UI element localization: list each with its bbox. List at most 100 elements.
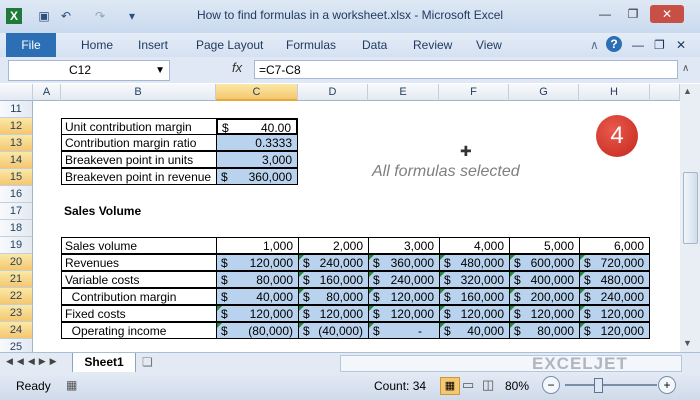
summary-value[interactable]: 3,000 bbox=[216, 151, 298, 168]
summary-label[interactable]: Contribution margin ratio bbox=[61, 134, 217, 151]
row-header[interactable]: 18 bbox=[0, 220, 33, 237]
tab-data[interactable]: Data bbox=[362, 38, 387, 52]
column-header-f[interactable]: F bbox=[439, 84, 509, 101]
table-cell[interactable]: $160,000 bbox=[439, 288, 510, 305]
table-cell[interactable]: $600,000 bbox=[509, 254, 580, 271]
table-cell[interactable]: $200,000 bbox=[509, 288, 580, 305]
table-cell[interactable]: $120,000 bbox=[368, 288, 440, 305]
worksheet-grid[interactable]: A B C D E F G H 11 12 13 14 15 16 17 18 … bbox=[0, 84, 680, 352]
table-cell[interactable]: $480,000 bbox=[439, 254, 510, 271]
volume-cell[interactable]: 6,000 bbox=[579, 237, 650, 254]
zoom-level[interactable]: 80% bbox=[505, 379, 529, 393]
macro-record-icon[interactable]: ▦ bbox=[66, 378, 77, 392]
active-cell-c12[interactable]: $40.00 bbox=[216, 118, 298, 135]
table-cell[interactable]: $120,000 bbox=[298, 305, 369, 322]
row-header[interactable]: 11 bbox=[0, 101, 33, 118]
table-cell[interactable]: $240,000 bbox=[579, 288, 650, 305]
column-header-g[interactable]: G bbox=[509, 84, 579, 101]
name-box[interactable]: C12 ▼ bbox=[8, 60, 170, 81]
row-header[interactable]: 15 bbox=[0, 169, 33, 186]
vertical-scrollbar[interactable]: ▲ ▼ bbox=[680, 84, 700, 352]
column-header-c[interactable]: C bbox=[216, 84, 298, 101]
column-header-h[interactable]: H bbox=[579, 84, 650, 101]
table-cell[interactable]: $120,000 bbox=[509, 305, 580, 322]
table-cell[interactable]: $240,000 bbox=[368, 271, 440, 288]
table-cell[interactable]: $80,000 bbox=[216, 271, 299, 288]
table-cell[interactable]: $ (40,000) bbox=[298, 322, 369, 339]
scroll-thumb[interactable] bbox=[683, 172, 698, 244]
column-header-b[interactable]: B bbox=[61, 84, 216, 101]
workbook-close-icon[interactable]: ✕ bbox=[676, 38, 686, 52]
column-header-d[interactable]: D bbox=[298, 84, 368, 101]
table-cell[interactable]: $ - bbox=[368, 322, 440, 339]
table-cell[interactable]: $40,000 bbox=[216, 288, 299, 305]
workbook-minimize-icon[interactable]: — bbox=[632, 38, 644, 52]
zoom-slider-thumb[interactable] bbox=[594, 378, 603, 393]
table-cell[interactable]: $40,000 bbox=[439, 322, 510, 339]
row-header[interactable]: 12 bbox=[0, 118, 33, 135]
table-cell[interactable]: $80,000 bbox=[298, 288, 369, 305]
sheet-tab-sheet1[interactable]: Sheet1 bbox=[72, 353, 136, 373]
table-cell[interactable]: $360,000 bbox=[368, 254, 440, 271]
name-box-dropdown-icon[interactable]: ▼ bbox=[155, 61, 165, 80]
tab-page-layout[interactable]: Page Layout bbox=[196, 38, 263, 52]
tab-insert[interactable]: Insert bbox=[138, 38, 168, 52]
horizontal-scrollbar[interactable] bbox=[340, 355, 682, 372]
table-cell[interactable]: $120,000 bbox=[579, 322, 650, 339]
row-header[interactable]: 21 bbox=[0, 271, 33, 288]
summary-value-cell[interactable]: $360,000 bbox=[216, 168, 298, 185]
column-header-a[interactable]: A bbox=[33, 84, 61, 101]
row-header[interactable]: 22 bbox=[0, 288, 33, 305]
row-header[interactable]: 24 bbox=[0, 322, 33, 339]
normal-view-icon[interactable]: ▦ bbox=[440, 377, 460, 395]
formula-input[interactable]: =C7-C8 bbox=[254, 60, 678, 79]
table-row-label[interactable]: Operating income bbox=[61, 322, 217, 339]
table-cell[interactable]: $120,000 bbox=[579, 305, 650, 322]
table-cell[interactable]: $120,000 bbox=[439, 305, 510, 322]
table-row-label[interactable]: Revenues bbox=[61, 254, 217, 271]
sheet-nav-icons[interactable]: ◀◀◀▶▶ bbox=[6, 356, 61, 367]
row-header[interactable]: 23 bbox=[0, 305, 33, 322]
table-cell[interactable]: $120,000 bbox=[368, 305, 440, 322]
page-break-view-icon[interactable]: ◫ bbox=[482, 377, 494, 393]
zoom-slider[interactable] bbox=[565, 384, 657, 386]
summary-label[interactable]: Breakeven point in units bbox=[61, 151, 217, 168]
column-header-e[interactable]: E bbox=[368, 84, 439, 101]
row-header[interactable]: 20 bbox=[0, 254, 33, 271]
section-title[interactable]: Sales Volume bbox=[61, 203, 216, 220]
table-cell[interactable]: $120,000 bbox=[216, 254, 299, 271]
row-header[interactable]: 13 bbox=[0, 135, 33, 152]
volume-cell[interactable]: 4,000 bbox=[439, 237, 510, 254]
scroll-up-icon[interactable]: ▲ bbox=[683, 86, 692, 96]
tab-home[interactable]: Home bbox=[81, 38, 113, 52]
table-cell[interactable]: $240,000 bbox=[298, 254, 369, 271]
zoom-in-icon[interactable]: + bbox=[658, 376, 676, 394]
volume-cell[interactable]: 1,000 bbox=[216, 237, 299, 254]
table-cell[interactable]: $ (80,000) bbox=[216, 322, 299, 339]
table-row-label[interactable]: Contribution margin bbox=[61, 288, 217, 305]
table-cell[interactable]: $320,000 bbox=[439, 271, 510, 288]
minimize-icon[interactable]: — bbox=[594, 5, 616, 23]
table-cell[interactable]: $120,000 bbox=[216, 305, 299, 322]
summary-label[interactable]: Unit contribution margin bbox=[61, 118, 217, 135]
volume-label[interactable]: Sales volume bbox=[61, 237, 217, 254]
row-header[interactable]: 19 bbox=[0, 237, 33, 254]
volume-cell[interactable]: 3,000 bbox=[368, 237, 440, 254]
zoom-out-icon[interactable]: − bbox=[542, 376, 560, 394]
table-cell[interactable]: $720,000 bbox=[579, 254, 650, 271]
page-layout-view-icon[interactable]: ▭ bbox=[462, 377, 474, 393]
workbook-restore-icon[interactable]: ❐ bbox=[654, 38, 665, 52]
summary-value[interactable]: 0.3333 bbox=[216, 134, 298, 151]
row-header[interactable]: 17 bbox=[0, 203, 33, 220]
table-row-label[interactable]: Fixed costs bbox=[61, 305, 217, 322]
row-header[interactable]: 16 bbox=[0, 186, 33, 203]
tab-review[interactable]: Review bbox=[413, 38, 452, 52]
table-cell[interactable]: $80,000 bbox=[509, 322, 580, 339]
new-sheet-icon[interactable]: ❏ bbox=[142, 355, 153, 369]
insert-function-icon[interactable]: fx bbox=[232, 60, 242, 75]
volume-cell[interactable]: 5,000 bbox=[509, 237, 580, 254]
help-icon[interactable]: ? bbox=[606, 36, 622, 52]
table-cell[interactable]: $400,000 bbox=[509, 271, 580, 288]
row-header[interactable]: 25 bbox=[0, 339, 33, 352]
close-icon[interactable]: ✕ bbox=[650, 5, 684, 23]
